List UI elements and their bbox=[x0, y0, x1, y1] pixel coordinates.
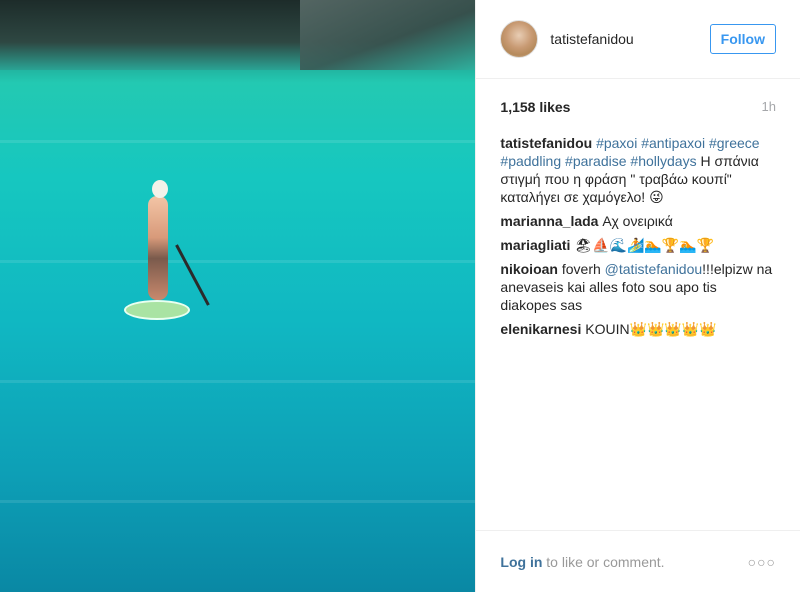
cliff-rock bbox=[300, 0, 476, 70]
post-header: tatistefanidou Follow bbox=[476, 0, 800, 79]
hashtag[interactable]: #paxoi bbox=[596, 135, 637, 151]
comment: nikoioan foverh @tatistefanidou!!!elpizw… bbox=[500, 260, 776, 314]
caption: tatistefanidou #paxoi #antipaxoi #greece… bbox=[500, 134, 776, 206]
comment-author[interactable]: mariagliati bbox=[500, 237, 570, 253]
hashtag[interactable]: #paddling bbox=[500, 153, 561, 169]
comment-author[interactable]: nikoioan bbox=[500, 261, 558, 277]
comment: mariagliati 🏖⛵🌊🏄🏊🏆🏊🏆 bbox=[500, 236, 776, 254]
comment-text: 🏖⛵🌊🏄🏊🏆🏊🏆 bbox=[574, 237, 715, 253]
login-suffix: to like or comment. bbox=[542, 553, 665, 570]
hashtag[interactable]: #antipaxoi bbox=[641, 135, 705, 151]
hashtag[interactable]: #hollydays bbox=[630, 153, 696, 169]
login-link[interactable]: Log in bbox=[500, 554, 542, 570]
comment-author[interactable]: marianna_lada bbox=[500, 213, 598, 229]
comment: marianna_lada Αχ ονειρικά bbox=[500, 212, 776, 230]
instagram-post: tatistefanidou Follow 1,158 likes 1h tat… bbox=[0, 0, 800, 592]
post-author[interactable]: tatistefanidou bbox=[550, 31, 709, 47]
paddler bbox=[148, 196, 168, 300]
comment: elenikarnesi KOUIN👑👑👑👑👑 bbox=[500, 320, 776, 338]
post-sidebar: tatistefanidou Follow 1,158 likes 1h tat… bbox=[475, 0, 800, 592]
post-photo[interactable] bbox=[0, 0, 476, 592]
post-timestamp[interactable]: 1h bbox=[762, 99, 776, 114]
water-ripple bbox=[0, 500, 476, 503]
comment-text: KOUIN👑👑👑👑👑 bbox=[585, 321, 717, 337]
water-ripple bbox=[0, 380, 476, 383]
comment-author[interactable]: elenikarnesi bbox=[500, 321, 581, 337]
ellipsis-icon[interactable]: ○○○ bbox=[748, 554, 776, 570]
paddler-head bbox=[152, 180, 168, 198]
follow-button[interactable]: Follow bbox=[709, 24, 776, 54]
water-ripple bbox=[0, 260, 476, 263]
water-ripple bbox=[0, 140, 476, 143]
avatar[interactable] bbox=[500, 20, 539, 58]
login-prompt: Log in to like or comment. bbox=[500, 554, 664, 570]
caption-author[interactable]: tatistefanidou bbox=[500, 135, 592, 151]
post-footer: Log in to like or comment. ○○○ bbox=[476, 530, 800, 592]
hashtag[interactable]: #greece bbox=[709, 135, 760, 151]
post-stats: 1,158 likes 1h bbox=[476, 79, 800, 134]
paddle-board bbox=[124, 300, 190, 320]
comments-list: tatistefanidou #paxoi #antipaxoi #greece… bbox=[476, 134, 800, 338]
comment-text: foverh bbox=[561, 261, 605, 277]
comment-text: Αχ ονειρικά bbox=[602, 213, 673, 229]
likes-count[interactable]: 1,158 likes bbox=[500, 99, 570, 115]
mention-link[interactable]: @tatistefanidou bbox=[605, 261, 703, 277]
paddle bbox=[175, 244, 210, 306]
hashtag[interactable]: #paradise bbox=[565, 153, 627, 169]
